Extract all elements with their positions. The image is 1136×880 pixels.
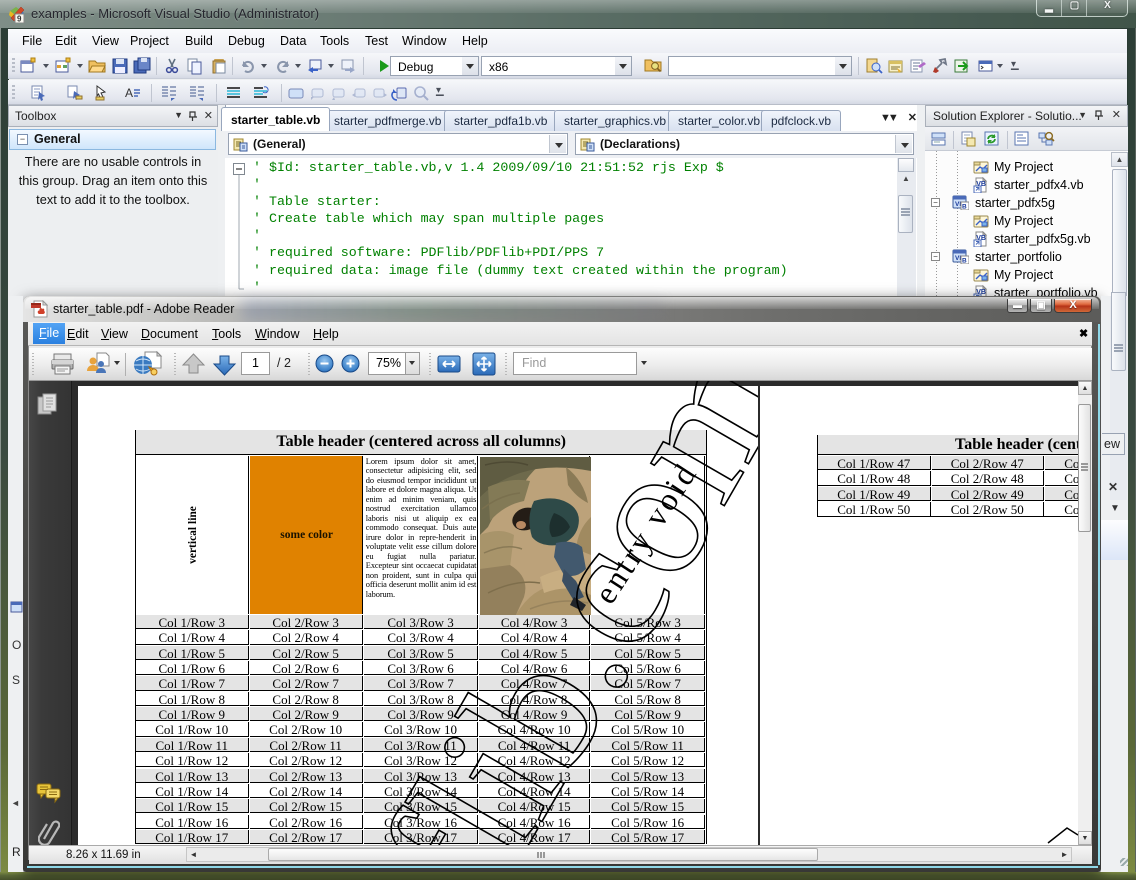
svg-text:pdflib.com: pdflib.com [249, 381, 758, 845]
svg-text:9: 9 [17, 15, 22, 24]
svg-text:A: A [125, 86, 133, 100]
